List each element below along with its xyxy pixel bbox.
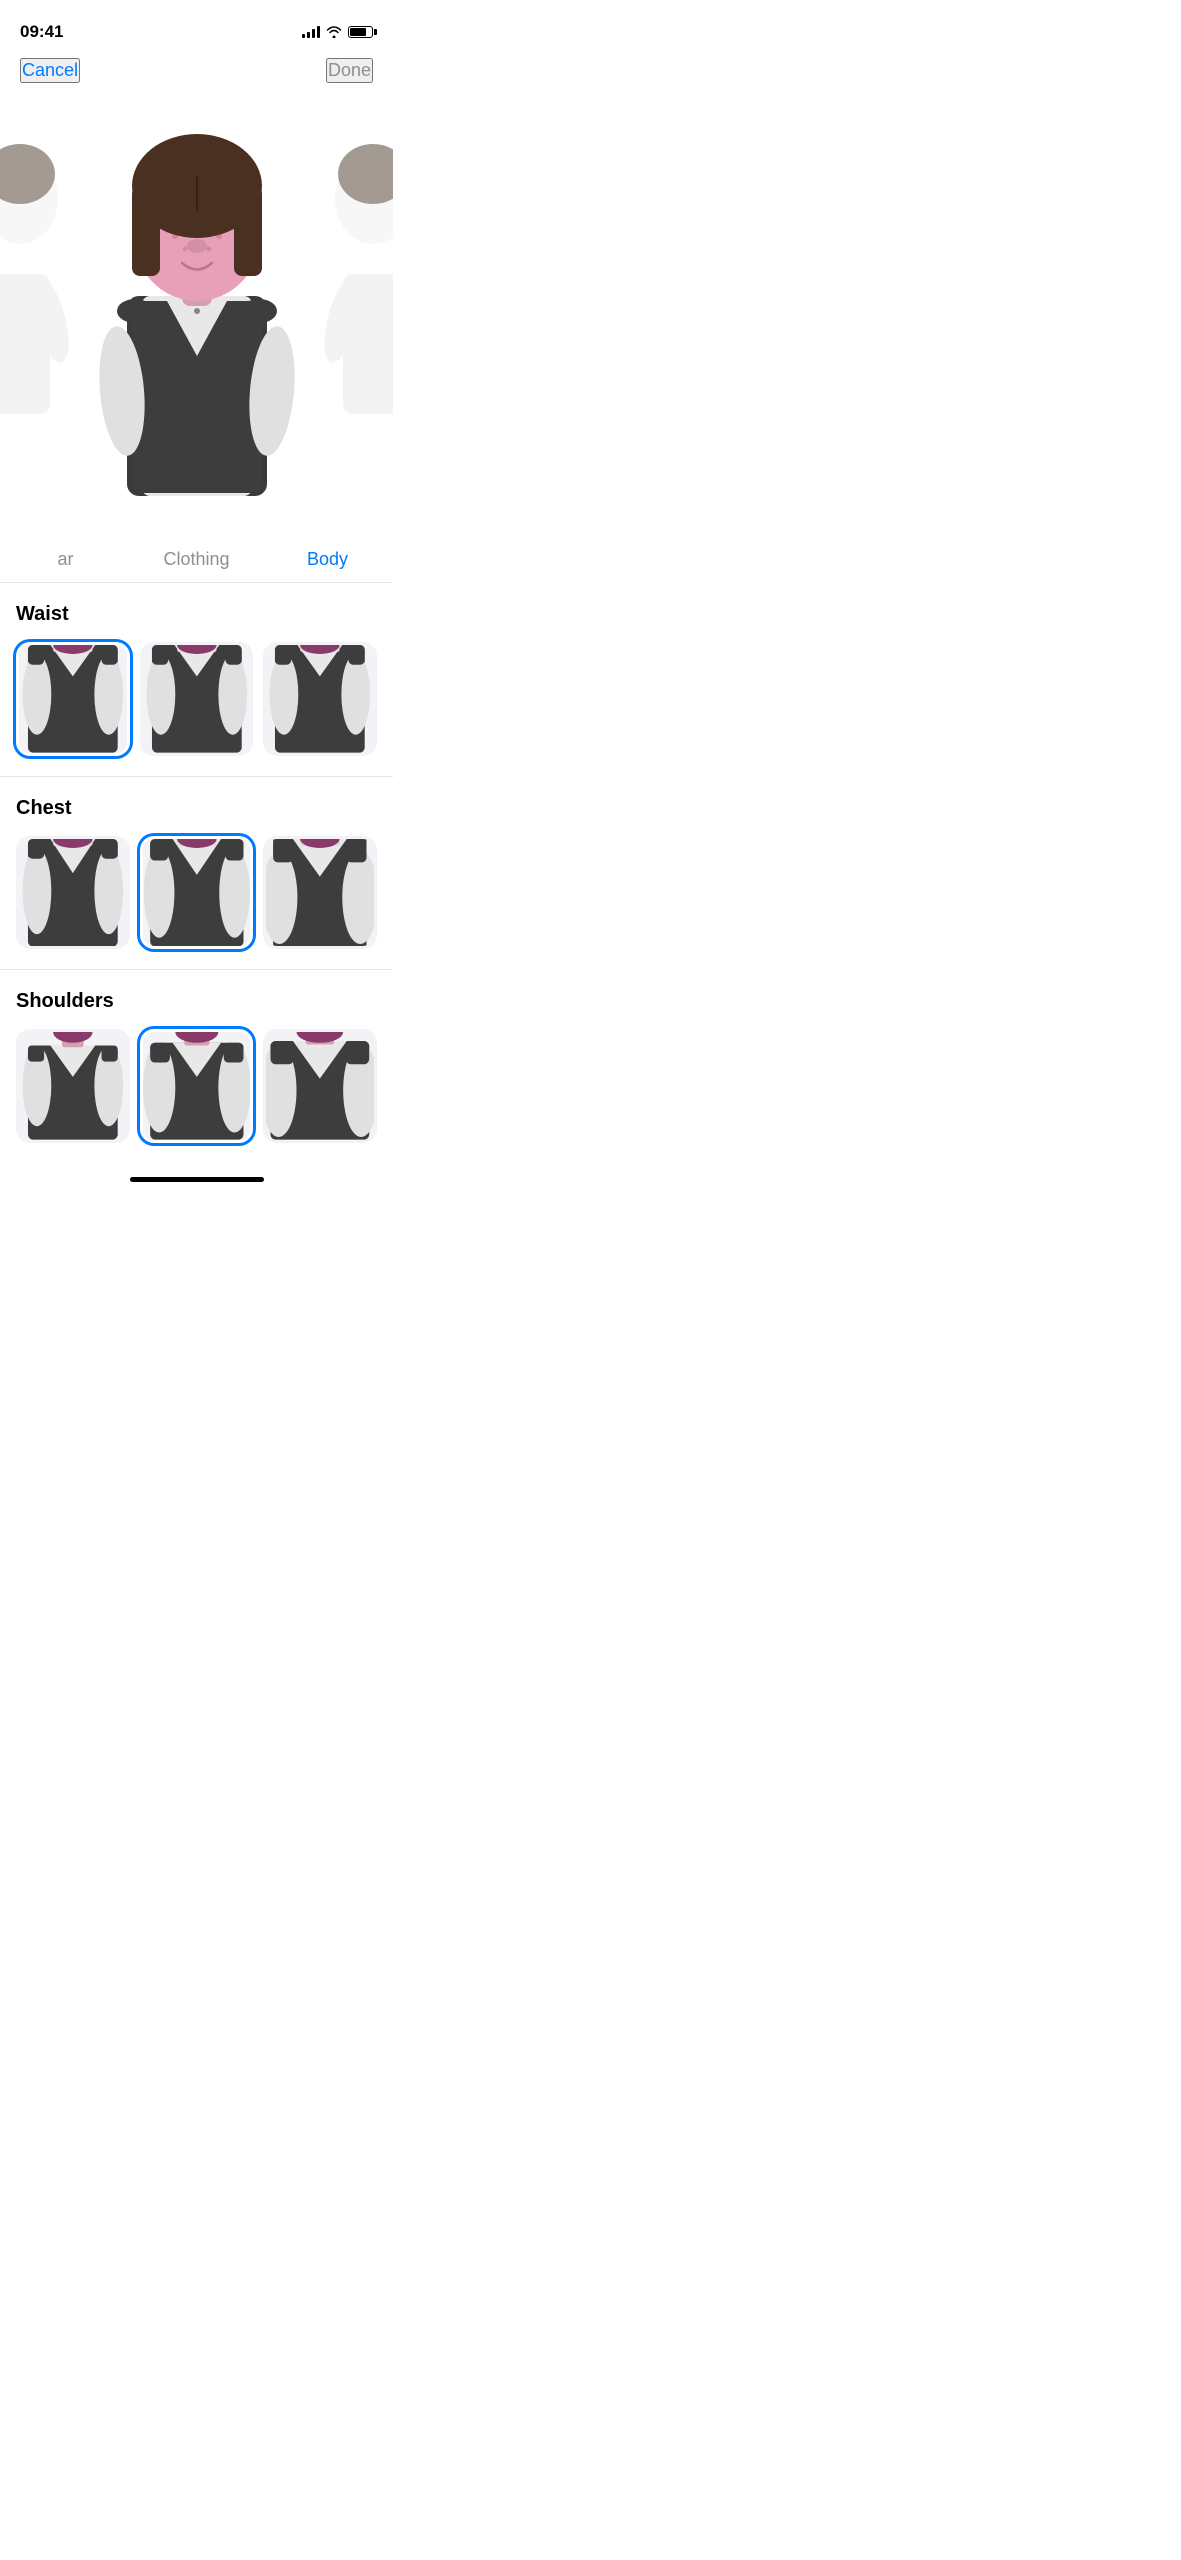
nav-bar: Cancel Done bbox=[0, 50, 393, 91]
tab-body[interactable]: Body bbox=[262, 541, 393, 582]
status-bar: 09:41 bbox=[0, 0, 393, 50]
chest-section: Chest bbox=[0, 777, 393, 950]
shoulders-option-2[interactable] bbox=[140, 1029, 254, 1143]
waist-option-3[interactable] bbox=[263, 642, 377, 756]
wifi-icon bbox=[326, 26, 342, 38]
avatar-side-right bbox=[323, 119, 393, 504]
waist-option-2[interactable] bbox=[140, 642, 254, 756]
shoulders-section: Shoulders bbox=[0, 970, 393, 1143]
waist-option-1[interactable] bbox=[16, 642, 130, 756]
status-icons bbox=[302, 26, 373, 38]
chest-title: Chest bbox=[16, 797, 377, 820]
chest-option-2[interactable] bbox=[140, 836, 254, 950]
tab-clothing[interactable]: Clothing bbox=[131, 541, 262, 582]
cancel-button[interactable]: Cancel bbox=[20, 58, 80, 83]
shoulders-title: Shoulders bbox=[16, 990, 377, 1013]
segment-tabs: ar Clothing Body bbox=[0, 531, 393, 583]
done-button[interactable]: Done bbox=[326, 58, 373, 83]
avatar-preview-area bbox=[0, 91, 393, 531]
home-indicator bbox=[130, 1177, 264, 1182]
signal-icon bbox=[302, 26, 320, 38]
shoulders-option-3[interactable] bbox=[263, 1029, 377, 1143]
waist-section: Waist bbox=[0, 583, 393, 756]
avatar-main bbox=[67, 101, 327, 521]
shoulders-options bbox=[16, 1029, 377, 1143]
battery-icon bbox=[348, 26, 373, 38]
chest-options bbox=[16, 836, 377, 950]
chest-option-3[interactable] bbox=[263, 836, 377, 950]
status-time: 09:41 bbox=[20, 22, 63, 42]
tab-headwear[interactable]: ar bbox=[0, 541, 131, 582]
waist-title: Waist bbox=[16, 603, 377, 626]
avatar-side-left bbox=[0, 119, 70, 504]
waist-options bbox=[16, 642, 377, 756]
shoulders-option-1[interactable] bbox=[16, 1029, 130, 1143]
chest-option-1[interactable] bbox=[16, 836, 130, 950]
